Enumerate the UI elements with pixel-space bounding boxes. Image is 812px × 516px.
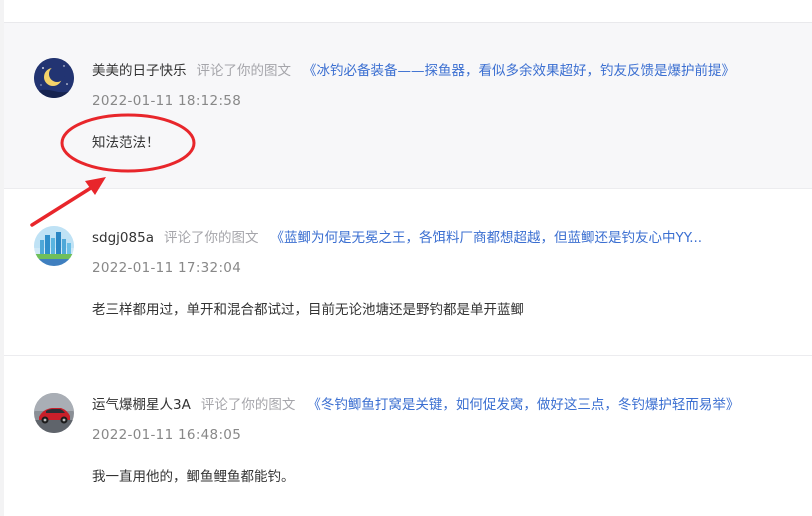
post-title-link[interactable]: 《冬钓鲫鱼打窝是关键，如何促发窝，做好这三点，冬钓爆护轻而易举》 <box>307 397 739 413</box>
timestamp: 2022-01-11 17:32:04 <box>92 260 242 276</box>
post-title-link[interactable]: 《蓝鲫为何是无冕之王，各饵料厂商都想超越，但蓝鲫还是钓友心中YY... <box>270 230 702 246</box>
username-link[interactable]: 运气爆棚星人3A <box>92 397 191 413</box>
user-avatar[interactable] <box>34 393 74 433</box>
previous-item-edge <box>4 0 812 23</box>
timestamp: 2022-01-11 18:12:58 <box>92 93 242 109</box>
post-title-link[interactable]: 《冰钓必备装备——探鱼器，看似多余效果超好，钓友反馈是爆护前提》 <box>303 63 735 79</box>
timestamp: 2022-01-11 16:48:05 <box>92 427 242 443</box>
user-avatar[interactable] <box>34 226 74 266</box>
action-text: 评论了你的图文 <box>163 230 259 246</box>
notification-item: 运气爆棚星人3A 评论了你的图文 《冬钓鲫鱼打窝是关键，如何促发窝，做好这三点，冬钓… <box>4 356 812 516</box>
red-car-icon <box>34 393 74 433</box>
moon-night-icon <box>34 58 74 98</box>
city-skyline-icon <box>34 226 74 266</box>
user-avatar[interactable] <box>34 58 74 98</box>
comment-text: 老三样都用过，单开和混合都试过，目前无论池塘还是野钓都是单开蓝鲫 <box>92 302 524 318</box>
comment-text: 知法范法！ <box>92 135 160 151</box>
notification-item: 美美的日子快乐 评论了你的图文 《冰钓必备装备——探鱼器，看似多余效果超好，钓友反馈… <box>4 23 812 189</box>
action-text: 评论了你的图文 <box>200 397 296 413</box>
comment-text: 我一直用他的，鲫鱼鲤鱼都能钓。 <box>92 469 295 485</box>
username-link[interactable]: 美美的日子快乐 <box>92 63 187 79</box>
username-link[interactable]: sdgj085a <box>92 230 154 246</box>
action-text: 评论了你的图文 <box>196 63 292 79</box>
notification-item: sdgj085a 评论了你的图文 《蓝鲫为何是无冕之王，各饵料厂商都想超越，但蓝鲫还… <box>4 189 812 356</box>
